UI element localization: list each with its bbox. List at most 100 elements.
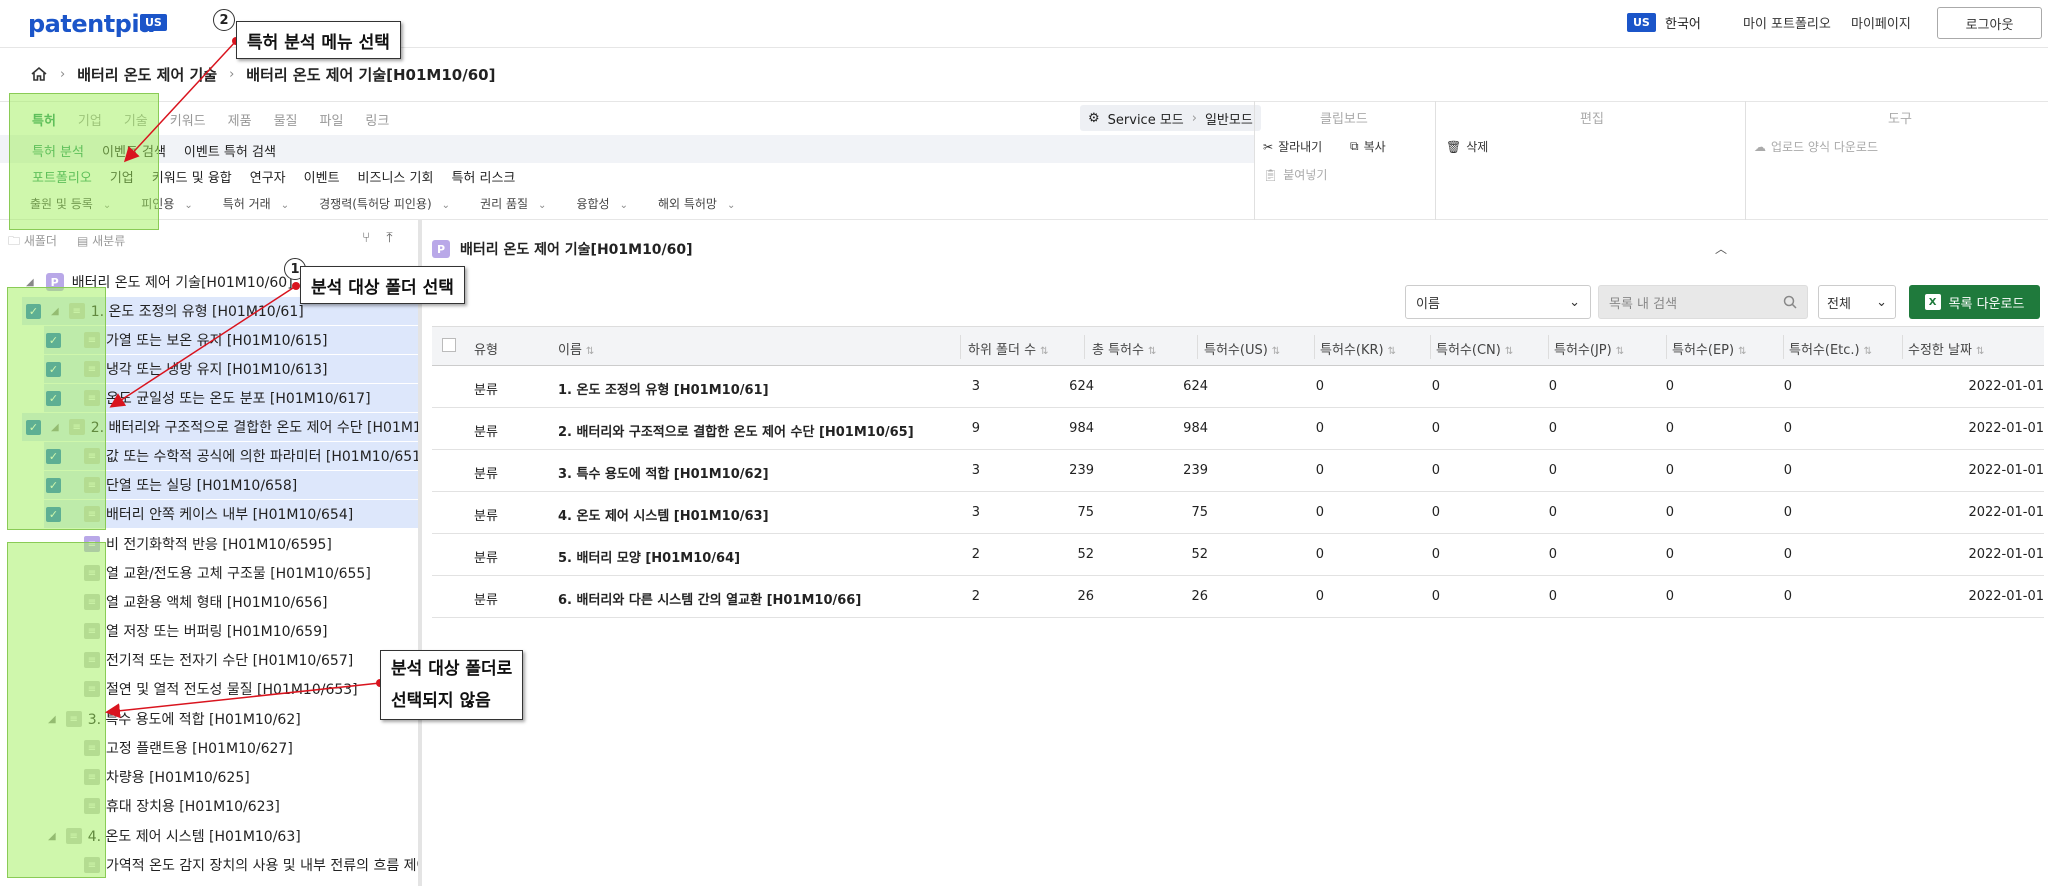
breadcrumb-item[interactable]: 배터리 온도 제어 기술 <box>77 64 217 85</box>
excel-icon: X <box>1924 294 1941 310</box>
tree-item-label: 가열 또는 보온 유지 [H01M10/615] <box>106 333 328 349</box>
delete-button[interactable]: 🗑︎ 삭제 <box>1446 138 1488 155</box>
highlight-overlay <box>7 542 106 878</box>
cell-cn: 0 <box>1431 505 1440 520</box>
tree-item[interactable]: ≡ 열 교환용 액체 형태 [H01M10/656] <box>84 588 418 616</box>
cell-etc: 0 <box>1783 421 1792 436</box>
tree-structure-icon[interactable]: ⑂ <box>362 230 370 246</box>
table-row[interactable]: 분류 3. 특수 용도에 적합 [H01M10/62] 3 239 239 0 0 0 0 0 20… <box>432 450 2044 492</box>
category-business-opportunity[interactable]: 비즈니스 기회 <box>358 167 434 186</box>
list-download-button[interactable]: X 목록 다운로드 <box>1909 285 2040 319</box>
dropdown-right-quality[interactable]: 권리 품질 ⌄ <box>480 195 546 212</box>
category-researcher[interactable]: 연구자 <box>250 167 286 186</box>
home-icon[interactable] <box>30 65 48 83</box>
sort-icon: ⇅ <box>1271 346 1281 357</box>
dropdown-fusion[interactable]: 융합성 ⌄ <box>576 195 628 212</box>
table-row[interactable]: 분류 5. 배터리 모양 [H01M10/64] 2 52 52 0 0 0 0 0 2022-01… <box>432 534 2044 576</box>
column-header-total[interactable]: 총 특허수 ⇅ <box>1092 339 1156 358</box>
cell-name[interactable]: 6. 배터리와 다른 시스템 간의 열교환 [H01M10/66] <box>558 589 861 608</box>
column-header-modified[interactable]: 수정한 날짜 ⇅ <box>1908 339 1984 358</box>
tab-link[interactable]: 링크 <box>365 110 389 129</box>
normal-mode[interactable]: 일반모드 <box>1205 109 1253 128</box>
tree-item[interactable]: ≡ 전기적 또는 전자기 수단 [H01M10/657] <box>84 646 418 674</box>
column-header-us[interactable]: 특허수(US) ⇅ <box>1204 339 1280 358</box>
upload-form-download-button[interactable]: ☁ 업로드 양식 다운로드 <box>1754 138 1878 155</box>
chevron-down-icon: ⌄ <box>619 200 628 211</box>
tree-item[interactable]: ≡ 비 전기화학적 반응 [H01M10/6595] <box>84 530 418 558</box>
my-portfolio-link[interactable]: 마이 포트폴리오 <box>1743 13 1831 32</box>
tree-tools: ⑂ ⤒ <box>362 230 393 246</box>
patentpia-logo[interactable]: patentpia <box>28 10 155 38</box>
tab-file[interactable]: 파일 <box>320 110 344 129</box>
chevron-up-icon[interactable]: ︿ <box>1715 240 1727 257</box>
cell-name[interactable]: 3. 특수 용도에 적합 [H01M10/62] <box>558 463 769 482</box>
table-row[interactable]: 분류 4. 온도 제어 시스템 [H01M10/63] 3 75 75 0 0 0 0 0 2022… <box>432 492 2044 534</box>
column-header-kr[interactable]: 특허수(KR) ⇅ <box>1320 339 1396 358</box>
category-keyword-fusion[interactable]: 키워드 및 융합 <box>152 167 232 186</box>
cell-jp: 0 <box>1548 505 1557 520</box>
cell-ep: 0 <box>1665 505 1674 520</box>
column-header-jp[interactable]: 특허수(JP) ⇅ <box>1554 339 1624 358</box>
cell-subfolders: 2 <box>971 589 980 604</box>
tree-item[interactable]: ≡ 열 교환/전도용 고체 구조물 [H01M10/655] <box>84 559 418 587</box>
cell-name[interactable]: 5. 배터리 모양 [H01M10/64] <box>558 547 740 566</box>
tree-item-label: 배터리 안쪽 케이스 내부 [H01M10/654] <box>106 507 354 523</box>
tree-item[interactable]: ≡ 가역적 온도 감지 장치의 사용 및 내부 전류의 흐름 제어 <box>84 851 418 879</box>
category-patent-risk[interactable]: 특허 리스크 <box>451 167 515 186</box>
logout-button[interactable]: 로그아웃 <box>1937 7 2042 39</box>
scissors-icon: ✂ <box>1263 139 1274 154</box>
menu-event-patent-search[interactable]: 이벤트 특허 검색 <box>184 141 276 160</box>
mode-switcher[interactable]: ⚙ Service 모드 › 일반모드 <box>1080 105 1261 131</box>
new-folder-button[interactable]: 🗀︎ 새폴더 <box>8 232 57 253</box>
select-all-checkbox[interactable] <box>442 338 456 356</box>
dropdown-overseas-network[interactable]: 해외 특허망 ⌄ <box>658 195 735 212</box>
column-header-subfolders[interactable]: 하위 폴더 수 ⇅ <box>968 339 1048 358</box>
scope-select[interactable]: 전체 ⌄ <box>1818 285 1896 319</box>
callout-patent-analysis: 특허 분석 메뉴 선택 <box>236 21 401 59</box>
cell-modified: 2022-01-01 <box>1968 421 2044 436</box>
panel-splitter[interactable] <box>418 220 422 886</box>
cell-name[interactable]: 1. 온도 조정의 유형 [H01M10/61] <box>558 379 769 398</box>
paste-button[interactable]: 📋︎ 붙여넣기 <box>1263 166 1327 183</box>
column-header-etc[interactable]: 특허수(Etc.) ⇅ <box>1789 339 1872 358</box>
callout-select-folder: 분석 대상 폴더 선택 <box>300 266 465 304</box>
tab-keyword[interactable]: 키워드 <box>170 110 206 129</box>
tree-item[interactable]: ≡ 절연 및 열적 전도성 물질 [H01M10/653] <box>84 675 418 703</box>
column-header-cn[interactable]: 특허수(CN) ⇅ <box>1436 339 1513 358</box>
tree-item[interactable]: ≡ 휴대 장치용 [H01M10/623] <box>84 792 418 820</box>
divider <box>1435 101 1436 220</box>
language-flag-badge[interactable]: US <box>1627 13 1656 32</box>
category-event[interactable]: 이벤트 <box>304 167 340 186</box>
tree-item[interactable]: ≡ 열 저장 또는 버퍼링 [H01M10/659] <box>84 617 418 645</box>
cell-cn: 0 <box>1431 589 1440 604</box>
column-header-type[interactable]: 유형 <box>474 339 498 358</box>
copy-button[interactable]: ⧉ 복사 <box>1350 138 1386 155</box>
my-page-link[interactable]: 마이페이지 <box>1851 13 1911 32</box>
tree-item[interactable]: ≡ 고정 플랜트용 [H01M10/627] <box>84 734 418 762</box>
table-row[interactable]: 분류 6. 배터리와 다른 시스템 간의 열교환 [H01M10/66] 2 26 26… <box>432 576 2044 618</box>
cell-name[interactable]: 2. 배터리와 구조적으로 결합한 온도 제어 수단 [H01M10/65] <box>558 421 914 440</box>
copy-icon: ⧉ <box>1350 139 1359 153</box>
dropdown-competitiveness[interactable]: 경쟁력(특허당 피인용) ⌄ <box>319 195 450 212</box>
cell-etc: 0 <box>1783 505 1792 520</box>
dropdown-patent-trade[interactable]: 특허 거래 ⌄ <box>223 195 289 212</box>
sort-icon: ⇅ <box>1504 346 1514 357</box>
sort-field-select[interactable]: 이름 ⌄ <box>1405 285 1591 319</box>
service-mode[interactable]: Service 모드 <box>1108 109 1184 128</box>
tab-product[interactable]: 제품 <box>228 110 252 129</box>
tab-material[interactable]: 물질 <box>274 110 298 129</box>
tree-item[interactable]: ≡ 차량용 [H01M10/625] <box>84 763 418 791</box>
language-selector[interactable]: 한국어 <box>1665 13 1701 32</box>
table-row[interactable]: 분류 2. 배터리와 구조적으로 결합한 온도 제어 수단 [H01M10/65]… <box>432 408 2044 450</box>
cut-button[interactable]: ✂ 잘라내기 <box>1263 138 1322 155</box>
cell-type: 분류 <box>474 551 498 566</box>
expand-caret-icon[interactable]: ◢ <box>26 277 34 288</box>
search-icon[interactable] <box>1783 295 1797 309</box>
new-class-button[interactable]: ▤ 새분류 <box>77 232 125 253</box>
cell-name[interactable]: 4. 온도 제어 시스템 [H01M10/63] <box>558 505 769 524</box>
table-row[interactable]: 분류 1. 온도 조정의 유형 [H01M10/61] 3 624 624 0 0 0 0 0 20… <box>432 366 2044 408</box>
column-header-name[interactable]: 이름 ⇅ <box>558 339 594 358</box>
collapse-all-icon[interactable]: ⤒ <box>386 230 392 246</box>
column-header-ep[interactable]: 특허수(EP) ⇅ <box>1672 339 1746 358</box>
list-search-input[interactable]: 목록 내 검색 <box>1598 285 1808 319</box>
